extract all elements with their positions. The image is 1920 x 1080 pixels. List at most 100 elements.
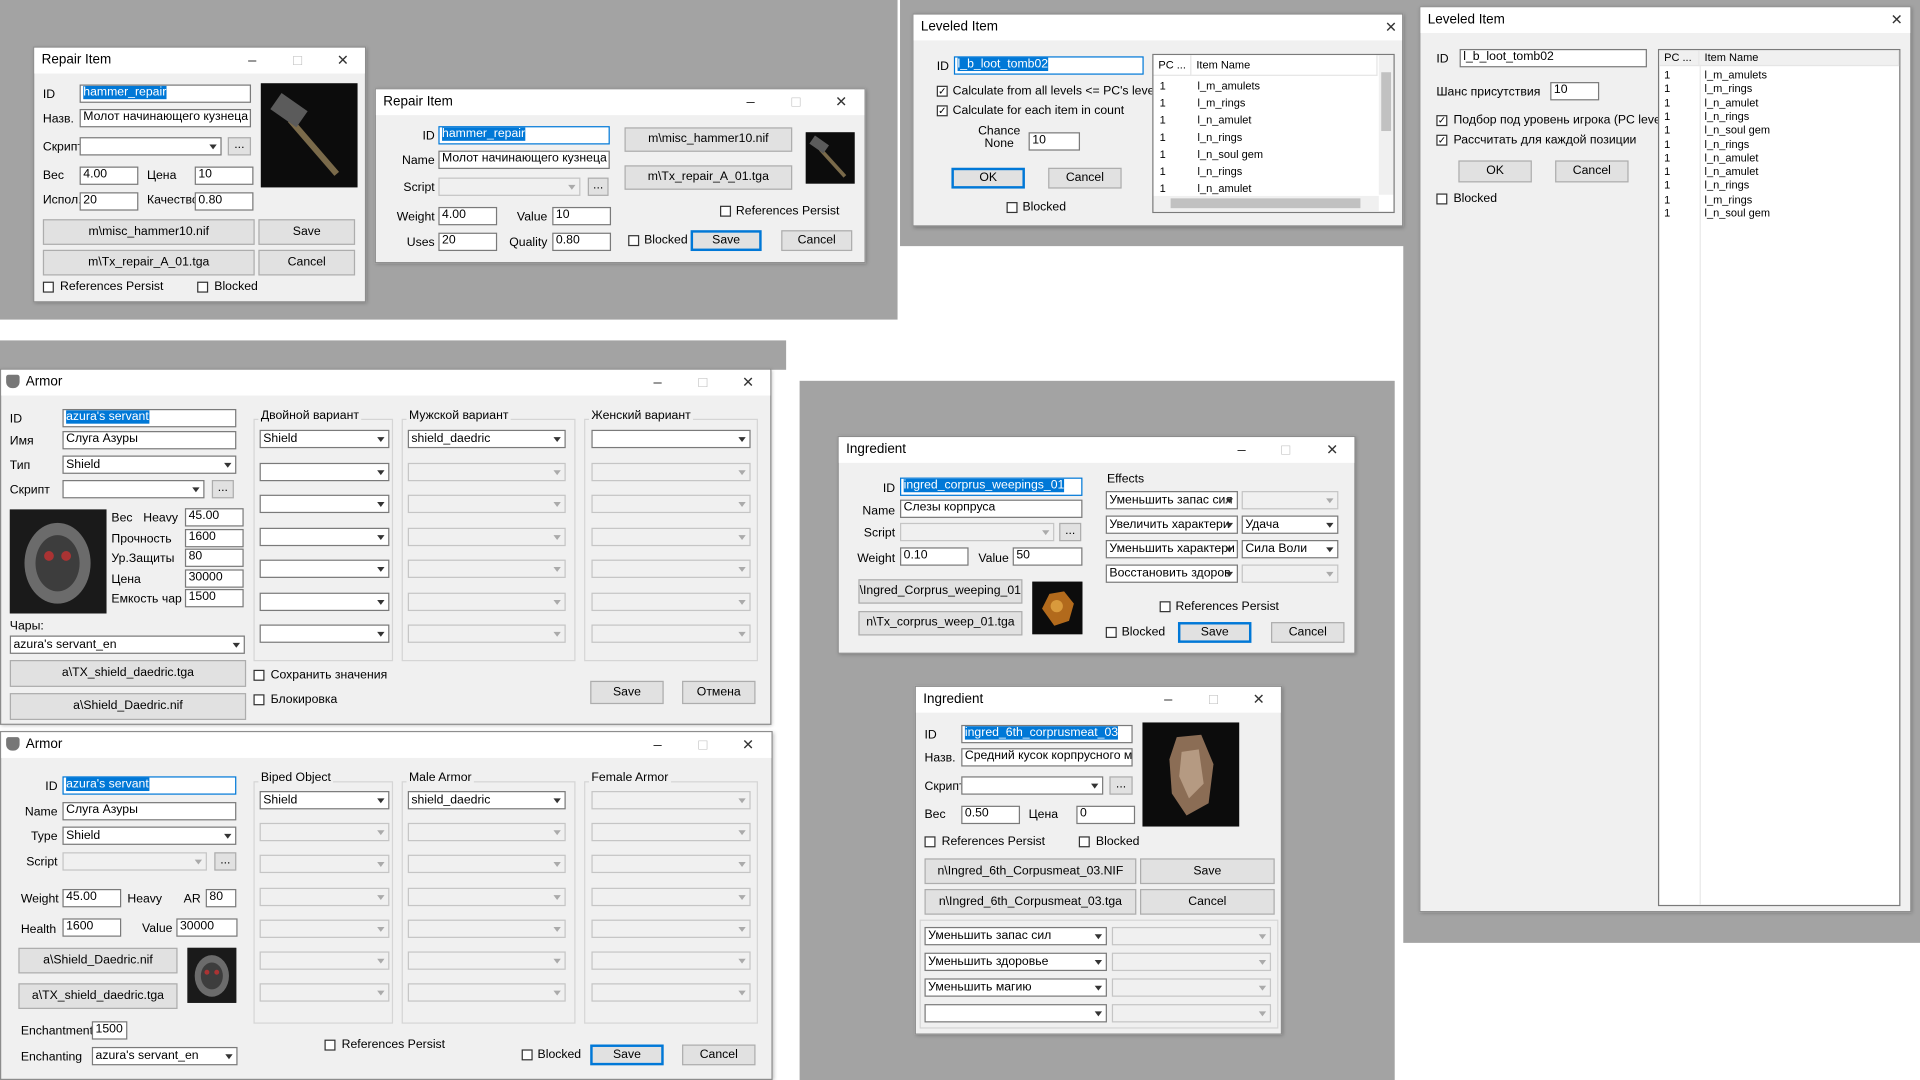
cancel-button[interactable]: Cancel	[781, 230, 853, 252]
biped-slot-select[interactable]	[259, 983, 390, 1002]
effect-attribute-select[interactable]	[1241, 564, 1339, 583]
id-field[interactable]: l_b_loot_tomb02	[953, 56, 1144, 75]
list-item-pc[interactable]: 1	[1664, 207, 1670, 219]
save-button[interactable]: Save	[690, 230, 762, 252]
female-armor-select[interactable]	[591, 823, 751, 842]
cancel-button[interactable]: Cancel	[258, 249, 356, 276]
value-field[interactable]: 30000	[184, 569, 244, 588]
script-browse-button[interactable]: ...	[587, 177, 609, 196]
texture-button[interactable]: a\TX_shield_daedric.tga	[9, 660, 247, 687]
save-button[interactable]: Save	[1177, 622, 1252, 643]
keep-values-checkbox[interactable]	[253, 669, 265, 681]
id-field[interactable]: hammer_repair	[79, 84, 252, 103]
close-button[interactable]: ✕	[1887, 10, 1907, 30]
pc-level-checkbox[interactable]: ✓	[1436, 115, 1448, 127]
blocked-checkbox[interactable]	[521, 1049, 533, 1061]
name-field[interactable]: Слуга Азуры	[62, 802, 237, 821]
enchanting-select[interactable]: azura's servant_en	[91, 1046, 238, 1066]
biped-slot-select[interactable]	[259, 592, 390, 611]
mesh-button[interactable]: m\misc_hammer10.nif	[624, 127, 793, 152]
list-item-name[interactable]: l_m_rings	[1705, 193, 1753, 205]
blocked-checkbox[interactable]	[1105, 626, 1117, 638]
biped-slot-select[interactable]	[259, 919, 390, 938]
male-armor-select[interactable]	[407, 494, 566, 514]
references-persist-checkbox[interactable]	[924, 836, 936, 848]
list-item-pc[interactable]: 1	[1664, 69, 1670, 81]
biped-slot-select[interactable]	[259, 855, 390, 874]
script-browse-button[interactable]: ...	[211, 480, 234, 499]
name-field[interactable]: Слезы корпруса	[900, 499, 1083, 518]
cancel-button[interactable]: Отмена	[682, 680, 756, 705]
weight-field[interactable]: 45.00	[184, 508, 244, 527]
male-armor-select[interactable]	[407, 559, 566, 578]
effect-attribute-select[interactable]	[1241, 491, 1339, 510]
id-field[interactable]: hammer_repair	[438, 126, 610, 145]
effect-attribute-select[interactable]	[1111, 978, 1272, 997]
mesh-button[interactable]: a\Shield_Daedric.nif	[18, 947, 178, 974]
effect-select[interactable]: Уменьшить характери	[1105, 540, 1238, 559]
list-item-name[interactable]: l_m_amulets	[1705, 69, 1767, 81]
list-item-name[interactable]: l_m_rings	[1705, 82, 1753, 94]
quality-field[interactable]: 0.80	[194, 192, 254, 211]
column-item-name[interactable]: Item Name	[1191, 55, 1378, 76]
weight-field[interactable]: 0.50	[961, 805, 1021, 825]
list-item-name[interactable]: l_n_amulet	[1705, 152, 1759, 164]
effect-select[interactable]: Уменьшить здоровье	[924, 952, 1107, 972]
each-item-checkbox[interactable]: ✓	[1436, 134, 1448, 146]
chance-field[interactable]: 10	[1550, 82, 1600, 101]
list-item-pc[interactable]: 1	[1160, 165, 1166, 178]
name-field[interactable]: Слуга Азуры	[62, 431, 237, 450]
mesh-button[interactable]: a\Shield_Daedric.nif	[9, 693, 247, 721]
biped-slot-select[interactable]: Shield	[259, 429, 390, 449]
close-button[interactable]: ✕	[333, 50, 353, 70]
close-button[interactable]: ✕	[738, 372, 758, 392]
effect-select[interactable]: Восстановить здоров	[1105, 564, 1238, 583]
weight-field[interactable]: 4.00	[438, 206, 498, 226]
male-armor-select[interactable]	[407, 919, 566, 938]
male-armor-select[interactable]: shield_daedric	[407, 429, 566, 449]
female-armor-select[interactable]	[591, 791, 751, 810]
list-item-pc[interactable]: 1	[1664, 165, 1670, 177]
list-item-name[interactable]: l_n_soul gem	[1198, 148, 1264, 161]
biped-slot-select[interactable]	[259, 494, 390, 514]
cancel-button[interactable]: Cancel	[1048, 167, 1122, 189]
female-armor-select[interactable]	[591, 855, 751, 874]
female-armor-select[interactable]	[591, 624, 751, 643]
horizontal-scrollbar[interactable]	[1153, 195, 1379, 212]
references-persist-checkbox[interactable]	[720, 205, 732, 217]
block-checkbox[interactable]	[253, 694, 265, 706]
effect-attribute-select[interactable]: Удача	[1241, 515, 1339, 534]
item-list[interactable]: PC ... Item Name 1 l_m_amulets 1 l_m_rings 1…	[1657, 48, 1901, 907]
male-armor-select[interactable]	[407, 592, 566, 611]
script-select[interactable]	[62, 480, 205, 499]
script-select[interactable]	[438, 177, 581, 196]
biped-slot-select[interactable]: Shield	[259, 791, 390, 810]
male-armor-select[interactable]	[407, 462, 566, 481]
cancel-button[interactable]: Cancel	[682, 1044, 756, 1066]
close-button[interactable]: ✕	[738, 735, 758, 755]
female-armor-select[interactable]	[591, 951, 751, 970]
list-item-name[interactable]: l_m_amulets	[1198, 80, 1260, 93]
blocked-checkbox[interactable]	[1078, 836, 1090, 848]
effect-attribute-select[interactable]	[1111, 1004, 1272, 1023]
list-item-name[interactable]: l_n_rings	[1705, 179, 1750, 191]
save-button[interactable]: Save	[258, 219, 356, 245]
weight-field[interactable]: 45.00	[62, 888, 122, 908]
male-armor-select[interactable]: shield_daedric	[407, 791, 566, 810]
weight-field[interactable]: 0.10	[900, 547, 969, 566]
list-item-name[interactable]: l_n_amulet	[1198, 114, 1252, 127]
female-armor-select[interactable]	[591, 983, 751, 1002]
male-armor-select[interactable]	[407, 887, 566, 906]
ok-button[interactable]: OK	[1458, 160, 1532, 183]
ar-field[interactable]: 80	[205, 888, 237, 908]
female-armor-select[interactable]	[591, 887, 751, 906]
list-item-pc[interactable]: 1	[1664, 124, 1670, 136]
list-item-pc[interactable]: 1	[1664, 138, 1670, 150]
list-item-name[interactable]: l_n_rings	[1198, 131, 1243, 144]
female-armor-select[interactable]	[591, 462, 751, 481]
value-field[interactable]: 0	[1076, 805, 1136, 825]
close-button[interactable]: ✕	[831, 92, 851, 112]
enchanting-select[interactable]: azura's servant_en	[9, 635, 245, 654]
item-list[interactable]: PC ... Item Name 1 l_m_amulets 1 l_m_rings 1…	[1152, 53, 1395, 214]
list-item-pc[interactable]: 1	[1160, 80, 1166, 93]
